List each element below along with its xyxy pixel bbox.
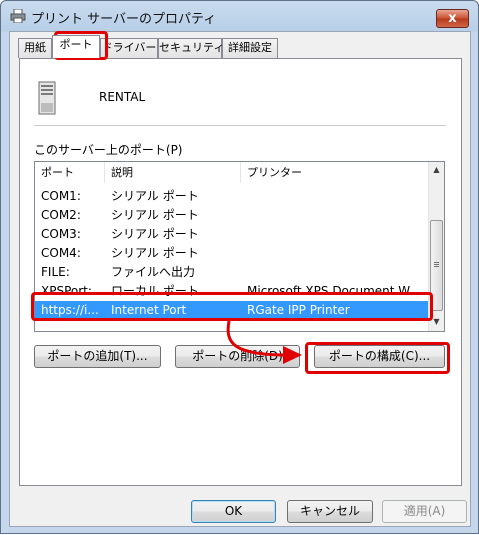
arrow-icon — [226, 320, 302, 364]
tab-ports[interactable]: ポート — [52, 35, 100, 58]
properties-window: プリント サーバーのプロパティ x 用紙 ポート ドライバー セキュリティ 詳細… — [0, 0, 479, 534]
